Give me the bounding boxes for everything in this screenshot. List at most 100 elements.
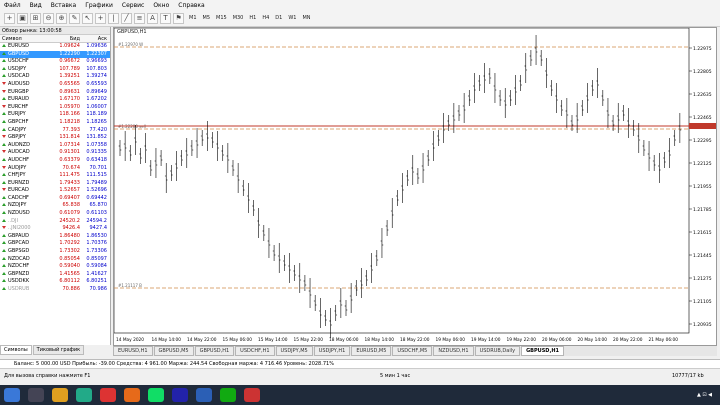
chart-window[interactable]: 1.22975 1.22805 1.22635 1.22465 1.22295 1.221…	[113, 27, 717, 346]
market-watch-row[interactable]: GBPUSD 1.22290 1.22307	[0, 50, 110, 59]
timeframe-MN[interactable]: MN	[302, 15, 310, 21]
market-watch-row[interactable]: EURJPY 118.166 118.189	[0, 111, 110, 119]
menu-item-5[interactable]: Окно	[153, 2, 169, 9]
timeframe-H1[interactable]: H1	[249, 15, 256, 21]
chart-tab-2[interactable]: GBPUSD,H1	[194, 346, 235, 356]
toolbar-button-9[interactable]: ╱	[121, 12, 132, 24]
symbol-name: AUDCHF	[8, 156, 30, 163]
market-watch-row[interactable]: GBPCHF 1.18218 1.18265	[0, 119, 110, 127]
market-watch-row[interactable]: AUDJPY 70.674 70.701	[0, 165, 110, 173]
market-watch-row[interactable]: CADCHF 0.69407 0.69442	[0, 195, 110, 203]
market-watch-row[interactable]: NZDUSD 0.61079 0.61103	[0, 210, 110, 218]
word-icon[interactable]	[196, 388, 212, 402]
menu-item-3[interactable]: Графики	[85, 2, 113, 9]
chart-tab-9[interactable]: USDRUB,Daily	[474, 346, 521, 356]
market-watch-row[interactable]: AUDUSD 0.65565 0.65593	[0, 81, 110, 89]
timeframe-H4[interactable]: H4	[262, 15, 269, 21]
chart-tab-4[interactable]: USDJPY,M5	[275, 346, 313, 356]
market-watch-row[interactable]: USDCHF 0.96672 0.96693	[0, 58, 110, 66]
market-watch-row[interactable]: EURNZD 1.79433 1.79489	[0, 180, 110, 188]
chart-tab-8[interactable]: NZDUSD,H1	[433, 346, 474, 356]
app-icon[interactable]	[244, 388, 260, 402]
search-icon[interactable]	[28, 388, 44, 402]
market-watch-row[interactable]: AUDCAD 0.91301 0.91335	[0, 149, 110, 157]
toolbar-button-11[interactable]: A	[147, 12, 158, 24]
market-watch-row[interactable]: GBPCAD 1.70292 1.70376	[0, 240, 110, 248]
market-watch-row[interactable]: NZDJPY 65.838 65.870	[0, 202, 110, 210]
chart-tab-0[interactable]: EURUSD,H1	[113, 346, 153, 356]
market-watch-row[interactable]: USDCAD 1.39251 1.39274	[0, 73, 110, 81]
market-watch-row[interactable]: ..DJI 24520.2 24594.2	[0, 218, 110, 226]
market-watch-row[interactable]: CHFJPY 111.475 111.515	[0, 172, 110, 180]
timeframe-W1[interactable]: W1	[288, 15, 296, 21]
menu-item-2[interactable]: Вставка	[51, 2, 76, 9]
terminal-icon[interactable]	[172, 388, 188, 402]
chrome-icon[interactable]	[220, 388, 236, 402]
market-watch-row[interactable]: GBPSGD 1.73302 1.73306	[0, 248, 110, 256]
menu-item-4[interactable]: Сервис	[122, 2, 144, 9]
market-watch-row[interactable]: EURUSD 1.09624 1.09636	[0, 43, 110, 51]
tray-clock[interactable]: ▲ ⊡ ◀	[697, 392, 720, 398]
market-watch-tab-0[interactable]: Символы	[0, 345, 32, 355]
market-watch-row[interactable]: AUDCHF 0.63379 0.63418	[0, 157, 110, 165]
market-watch-row[interactable]: EURGBP 0.89631 0.89649	[0, 89, 110, 97]
market-watch-row[interactable]: GBPAUD 1.86480 1.86530	[0, 233, 110, 241]
candlestick-chart[interactable]: 1.22975 1.22805 1.22635 1.22465 1.22295 1.221…	[113, 27, 716, 345]
market-watch-tab-1[interactable]: Тиковый график	[32, 345, 85, 355]
toolbar-button-2[interactable]: ⊞	[30, 12, 41, 24]
x-tick-label: 19 May 14:00	[471, 337, 501, 343]
market-watch-row[interactable]: USDDKK 6.80112 6.80251	[0, 278, 110, 286]
start-icon[interactable]	[4, 388, 20, 402]
market-watch-row[interactable]: EURAUD 1.67170 1.67202	[0, 96, 110, 104]
toolbar-button-6[interactable]: ↖	[82, 12, 93, 24]
symbol-cell: CADJPY	[0, 127, 50, 135]
up-arrow-icon	[2, 287, 6, 290]
firefox-icon[interactable]	[124, 388, 140, 402]
market-watch-row[interactable]: USDRUB 70.886 70.986	[0, 286, 110, 294]
calculator-icon[interactable]	[148, 388, 164, 402]
market-watch-row[interactable]: ..JNI2000 9426.4 9427.4	[0, 225, 110, 233]
chart-tab-3[interactable]: USDCHF,H1	[235, 346, 275, 356]
menu-item-0[interactable]: Файл	[4, 2, 21, 9]
browser-icon-2[interactable]	[100, 388, 116, 402]
timeframe-M1[interactable]: M1	[189, 15, 197, 21]
market-watch-row[interactable]: CADJPY 77.393 77.420	[0, 127, 110, 135]
chart-tab-10[interactable]: GBPUSD,H1	[521, 346, 565, 356]
timeframe-M30[interactable]: M30	[233, 15, 244, 21]
toolbar-button-10[interactable]: ≡	[134, 12, 145, 24]
toolbar-button-5[interactable]: ✎	[69, 12, 80, 24]
market-watch-row[interactable]: EURCHF 1.05970 1.06007	[0, 104, 110, 112]
folder-icon[interactable]	[52, 388, 68, 402]
toolbar-button-3[interactable]: ⊖	[43, 12, 54, 24]
timeframe-M15[interactable]: M15	[216, 15, 227, 21]
bid-cell: 6.80112	[59, 278, 80, 285]
toolbar-button-8[interactable]: |	[108, 12, 119, 24]
browser-icon[interactable]	[76, 388, 92, 402]
up-arrow-icon	[2, 195, 6, 199]
chart-tab-5[interactable]: USDJPY,H1	[313, 346, 351, 356]
market-watch-row[interactable]: GBPJPY 131.814 131.852	[0, 134, 110, 142]
chart-tab-6[interactable]: EURUSD,M5	[351, 346, 392, 356]
timeframe-D1[interactable]: D1	[275, 15, 282, 21]
toolbar-button-12[interactable]: T	[160, 12, 171, 24]
market-watch-row[interactable]: USDJPY 107.789 107.803	[0, 66, 110, 74]
timeframe-M5[interactable]: M5	[203, 15, 211, 21]
ask-cell: 0.69442	[86, 194, 107, 201]
market-watch-row[interactable]: NZDCHF 0.59040 0.59084	[0, 263, 110, 271]
toolbar-button-13[interactable]: ⚑	[173, 12, 184, 24]
menu-item-1[interactable]: Вид	[30, 2, 42, 9]
chart-tab-1[interactable]: GBPUSD,M5	[153, 346, 194, 356]
toolbar-button-7[interactable]: +	[95, 12, 106, 24]
menu-item-6[interactable]: Справка	[178, 2, 204, 9]
market-watch-row[interactable]: GBPNZD 1.41565 1.41627	[0, 271, 110, 279]
chart-tab-7[interactable]: USDCHF,M5	[392, 346, 433, 356]
toolbar-button-4[interactable]: ⊕	[56, 12, 67, 24]
bid-column-header[interactable]: Бид	[50, 35, 80, 42]
market-watch-row[interactable]: NZDCAD 0.85054 0.85097	[0, 256, 110, 264]
ask-column-header[interactable]: Аск	[80, 35, 110, 42]
toolbar-button-0[interactable]: +	[4, 12, 15, 24]
market-watch-row[interactable]: AUDNZD 1.07314 1.07358	[0, 142, 110, 150]
toolbar-button-1[interactable]: ▣	[17, 12, 28, 24]
symbol-column-header[interactable]: Символ	[0, 35, 50, 42]
market-watch-row[interactable]: EURCAD 1.52657 1.52696	[0, 187, 110, 195]
